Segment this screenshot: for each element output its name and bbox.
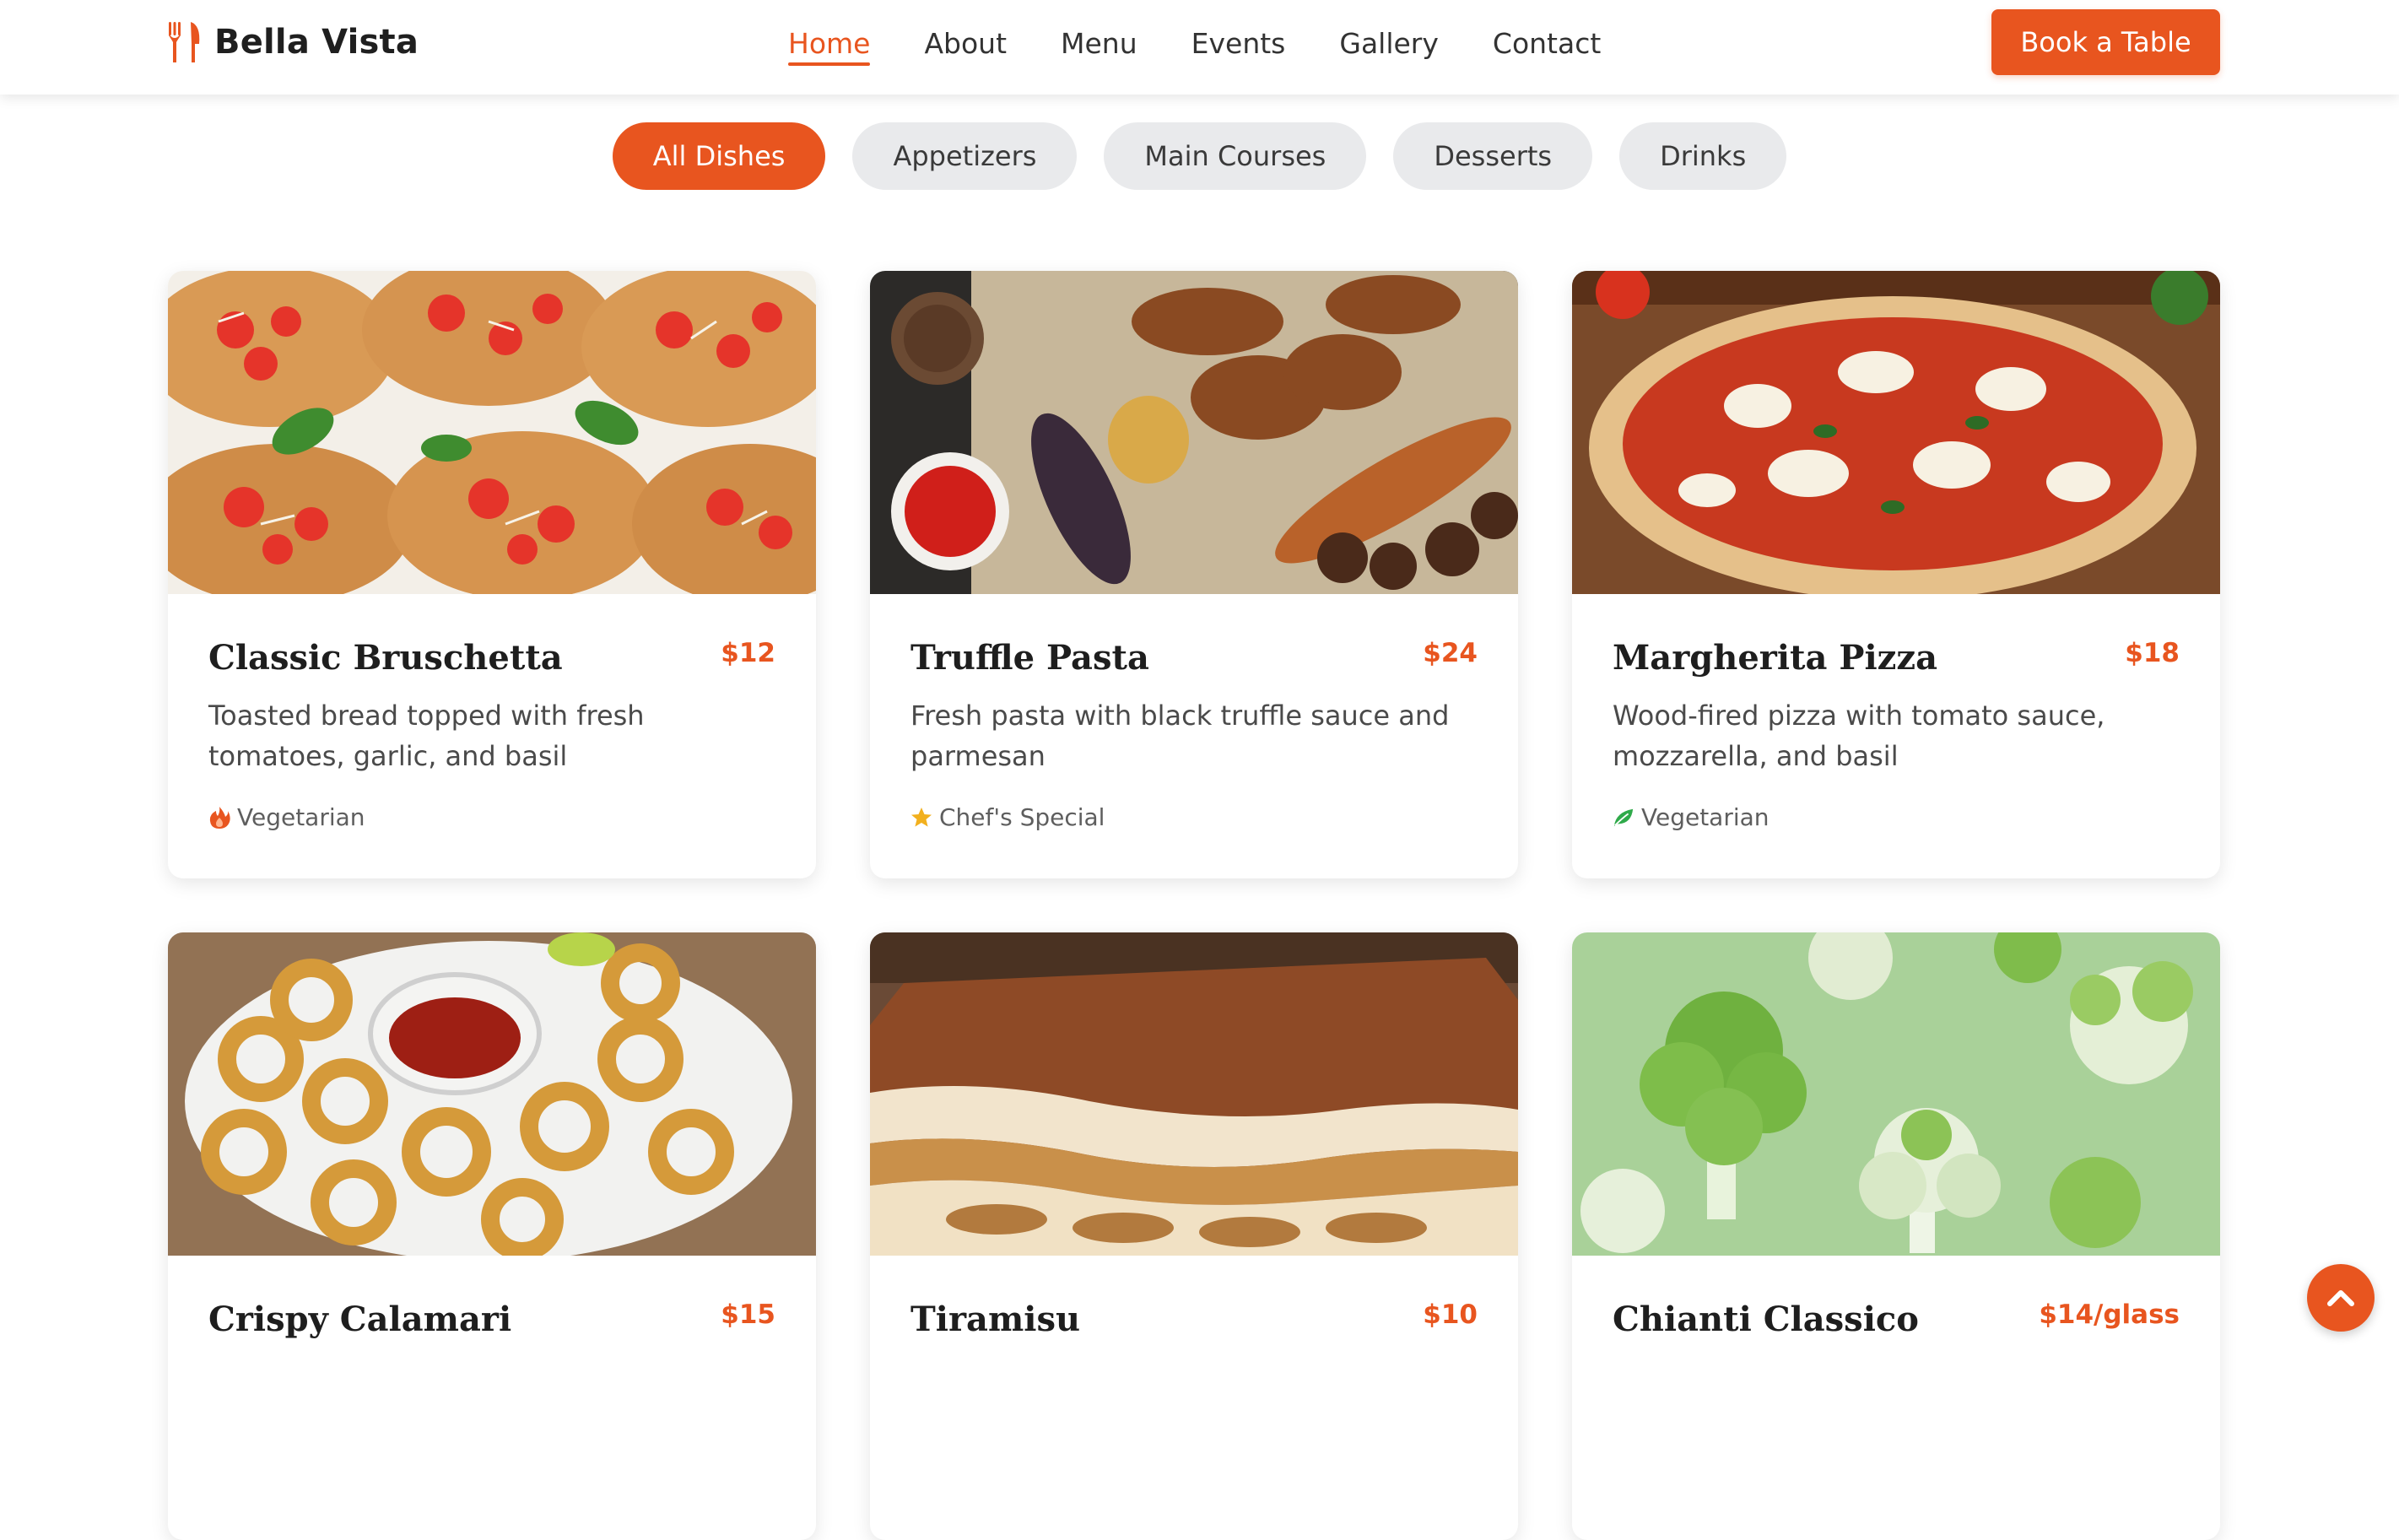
dish-image-margherita-pizza <box>1572 271 2220 594</box>
filter-desserts[interactable]: Desserts <box>1393 122 1593 190</box>
dish-title: Crispy Calamari <box>208 1300 512 1339</box>
dish-description: Toasted bread topped with fresh tomatoes… <box>208 700 645 772</box>
dish-price: $10 <box>1423 1300 1478 1330</box>
dish-price: $14/glass <box>2039 1300 2180 1330</box>
utensils-icon <box>169 22 200 62</box>
dish-tag: Vegetarian <box>208 803 365 831</box>
dish-tag: Vegetarian <box>1613 803 1770 831</box>
dish-image-bruschetta <box>168 271 816 594</box>
dish-price: $15 <box>721 1300 775 1330</box>
nav-link-gallery[interactable]: Gallery <box>1339 0 1439 88</box>
dish-card-bruschetta[interactable]: Classic Bruschetta $12 Toasted bread top… <box>168 271 816 878</box>
dish-description: Fresh pasta with black truffle sauce and… <box>910 700 1450 772</box>
dish-price: $24 <box>1423 638 1478 668</box>
book-a-table-button[interactable]: Book a Table <box>1991 9 2220 75</box>
top-navbar: Bella Vista Home About Menu Events Galle… <box>0 0 2399 95</box>
filter-main-courses[interactable]: Main Courses <box>1104 122 1367 190</box>
filter-drinks[interactable]: Drinks <box>1619 122 1787 190</box>
brand-name: Bella Vista <box>214 23 419 62</box>
nav-link-events[interactable]: Events <box>1191 0 1286 88</box>
dish-tag-label: Chef's Special <box>939 803 1105 831</box>
dish-image-tiramisu <box>870 932 1518 1256</box>
dish-image-truffle-pasta <box>870 271 1518 594</box>
nav-link-about[interactable]: About <box>924 0 1007 88</box>
dish-card-tiramisu[interactable]: Tiramisu $10 <box>870 932 1518 1540</box>
fire-icon <box>209 806 230 829</box>
dish-title: Margherita Pizza <box>1613 638 1937 678</box>
nav-link-home[interactable]: Home <box>788 0 871 88</box>
dish-title: Tiramisu <box>910 1300 1081 1339</box>
dish-title: Classic Bruschetta <box>208 638 563 678</box>
dish-tag-label: Vegetarian <box>1641 803 1770 831</box>
nav-link-contact[interactable]: Contact <box>1493 0 1601 88</box>
dish-card-truffle-pasta[interactable]: Truffle Pasta $24 Fresh pasta with black… <box>870 271 1518 878</box>
dish-price: $12 <box>721 638 775 668</box>
dish-card-chianti-classico[interactable]: Chianti Classico $14/glass <box>1572 932 2220 1540</box>
filter-all-dishes[interactable]: All Dishes <box>612 122 826 190</box>
star-icon <box>911 807 932 827</box>
scroll-to-top-button[interactable] <box>2307 1264 2375 1332</box>
menu-filter-bar: All Dishes Appetizers Main Courses Desse… <box>0 122 2399 190</box>
nav-link-menu[interactable]: Menu <box>1061 0 1137 88</box>
main-navigation: Home About Menu Events Gallery Contact <box>788 0 1601 88</box>
dish-tag: Chef's Special <box>910 803 1105 831</box>
chevron-up-icon <box>2327 1290 2354 1306</box>
dish-title: Chianti Classico <box>1613 1300 1919 1339</box>
dish-image-crispy-calamari <box>168 932 816 1256</box>
leaf-icon <box>1613 808 1634 826</box>
dish-image-chianti-classico <box>1572 932 2220 1256</box>
brand-logo[interactable]: Bella Vista <box>167 19 419 66</box>
dish-price: $18 <box>2125 638 2180 668</box>
dish-card-margherita-pizza[interactable]: Margherita Pizza $18 Wood-fired pizza wi… <box>1572 271 2220 878</box>
dish-title: Truffle Pasta <box>910 638 1149 678</box>
dish-tag-label: Vegetarian <box>237 803 365 831</box>
dish-card-crispy-calamari[interactable]: Crispy Calamari $15 <box>168 932 816 1540</box>
filter-appetizers[interactable]: Appetizers <box>852 122 1078 190</box>
dish-description: Wood-fired pizza with tomato sauce, mozz… <box>1613 700 2105 772</box>
